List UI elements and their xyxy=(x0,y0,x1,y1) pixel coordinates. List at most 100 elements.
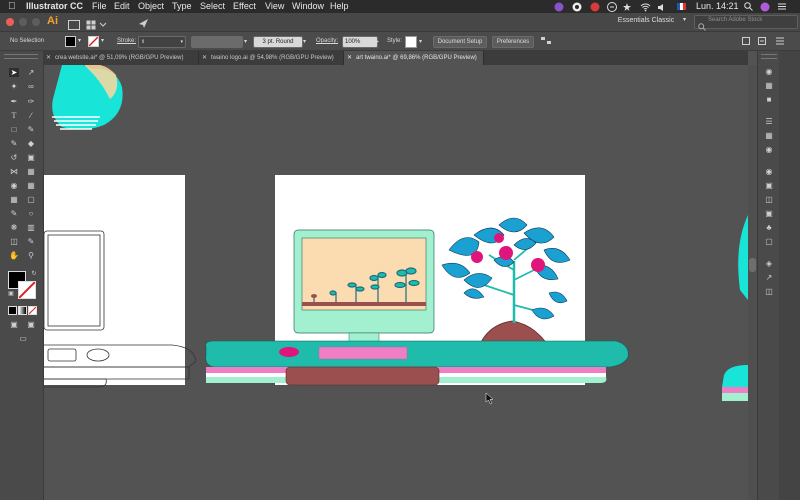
variable-width-profile[interactable] xyxy=(191,36,243,48)
minimize-window-button[interactable] xyxy=(19,18,27,26)
stroke-dropdown-chevron-icon[interactable]: ▾ xyxy=(101,37,104,44)
panel-menu-icon[interactable] xyxy=(776,37,784,47)
menu-type[interactable]: Type xyxy=(172,0,192,13)
tab-twaino-logo[interactable]: ✕ twaino logo.ai @ 54,98% (RGB/GPU Previ… xyxy=(199,51,344,65)
type-tool-icon[interactable]: T xyxy=(9,111,19,120)
curvature-tool-icon[interactable]: ✑ xyxy=(26,97,36,106)
scrollbar-thumb[interactable] xyxy=(749,258,756,272)
tab-crea-website[interactable]: ✕ crea website.ai* @ 51,09% (RGB/GPU Pre… xyxy=(43,51,199,65)
blend-tool-icon[interactable]: ○ xyxy=(26,209,36,218)
workspace-switcher[interactable]: Essentials Classic ▾ xyxy=(604,14,688,27)
rectangle-tool-icon[interactable]: □ xyxy=(9,125,19,134)
menu-edit[interactable]: Edit xyxy=(114,0,130,13)
draw-mode-icon[interactable]: ▣ xyxy=(9,320,19,329)
brush-definition-dropdown[interactable]: 3 pt. Round xyxy=(253,36,303,48)
width-tool-icon[interactable]: ⋈ xyxy=(9,167,19,176)
export-panel-icon[interactable]: ↗ xyxy=(764,273,774,282)
fill-swatch[interactable] xyxy=(65,36,76,47)
opacity-arrow-icon[interactable]: ▸ xyxy=(376,38,379,45)
layers-panel-icon[interactable]: ◈ xyxy=(764,259,774,268)
artboard-left[interactable] xyxy=(44,175,185,385)
swatches-panel-icon[interactable]: ▦ xyxy=(764,131,774,140)
flag-icon[interactable] xyxy=(677,0,686,14)
menubar-clock[interactable]: Lun. 14:21 xyxy=(696,0,739,13)
mesh-tool-icon[interactable]: ▦ xyxy=(9,195,19,204)
appearance-panel-icon[interactable]: ◫ xyxy=(764,195,774,204)
color-panel-icon[interactable]: ◉ xyxy=(764,67,774,76)
fill-dropdown-chevron-icon[interactable]: ▾ xyxy=(78,37,81,44)
brushes-panel-icon[interactable]: ◉ xyxy=(764,145,774,154)
eraser-tool-icon[interactable]: ◆ xyxy=(26,139,36,148)
brush-chevron-icon[interactable]: ▾ xyxy=(303,38,306,45)
graphic-styles-icon[interactable]: ▣ xyxy=(764,209,774,218)
properties-panel-icon[interactable]: ▦ xyxy=(764,81,774,90)
menu-help[interactable]: Help xyxy=(330,0,349,13)
cc-libraries-icon[interactable]: ■ xyxy=(764,95,774,104)
tab-close-icon[interactable]: ✕ xyxy=(202,51,207,65)
profile-chevron-icon[interactable]: ▾ xyxy=(244,38,247,45)
tab-close-icon[interactable]: ✕ xyxy=(46,51,51,65)
magic-wand-tool-icon[interactable]: ✦ xyxy=(9,82,19,91)
rotate-tool-icon[interactable]: ↺ xyxy=(9,153,19,162)
draw-inside-icon[interactable]: ▣ xyxy=(26,320,36,329)
right-artboard-fragment[interactable] xyxy=(722,215,748,401)
stroke-color-box[interactable] xyxy=(18,281,36,299)
style-chevron-icon[interactable]: ▾ xyxy=(419,38,422,45)
column-graph-tool-icon[interactable]: ▥ xyxy=(26,223,36,232)
arrange-icon[interactable] xyxy=(540,36,552,47)
desk-illustration[interactable] xyxy=(205,340,629,386)
apple-icon[interactable]:  xyxy=(8,0,16,13)
menu-file[interactable]: File xyxy=(92,0,107,13)
slice-tool-icon[interactable]: ✎ xyxy=(26,237,36,246)
artboards-panel-icon[interactable]: ◫ xyxy=(764,287,774,296)
vertical-scrollbar[interactable] xyxy=(748,65,757,500)
line-tool-icon[interactable]: ∕ xyxy=(26,111,36,120)
direct-selection-tool-icon[interactable]: ↗ xyxy=(26,68,36,77)
opacity-field[interactable]: 100% xyxy=(342,36,378,48)
stroke-weight-stepper[interactable]: ⇕ ▾ xyxy=(138,36,186,48)
hand-tool-icon[interactable]: ✋ xyxy=(9,251,19,260)
monitor-illustration[interactable] xyxy=(293,229,435,348)
app-name-menu[interactable]: Illustrator CC xyxy=(26,0,83,13)
document-setup-button[interactable]: Document Setup xyxy=(433,36,487,48)
zoom-tool-icon[interactable]: ⚲ xyxy=(26,251,36,260)
adobe-stock-search-field[interactable]: Search Adobe Stock xyxy=(694,15,798,31)
dock-grip[interactable] xyxy=(761,54,777,59)
perspective-grid-tool-icon[interactable]: ▦ xyxy=(26,181,36,190)
color-mode-button[interactable] xyxy=(8,306,17,315)
collapse-panel-icon[interactable] xyxy=(742,37,750,47)
menu-window[interactable]: Window xyxy=(292,0,324,13)
shape-builder-tool-icon[interactable]: ◉ xyxy=(9,181,19,190)
paintbrush-tool-icon[interactable]: ✎ xyxy=(26,125,36,134)
tab-close-icon[interactable]: ✕ xyxy=(347,51,352,65)
panel-expand-icon[interactable] xyxy=(758,37,766,47)
graphic-style-swatch[interactable] xyxy=(405,36,417,48)
symbols-panel-icon[interactable]: ♣ xyxy=(764,223,774,232)
symbol-sprayer-tool-icon[interactable]: ❋ xyxy=(9,223,19,232)
menu-select[interactable]: Select xyxy=(200,0,225,13)
gradient-mode-button[interactable] xyxy=(18,306,27,315)
eyedropper-tool-icon[interactable]: ✎ xyxy=(9,209,19,218)
stroke-swatch[interactable] xyxy=(88,36,99,47)
maximize-window-button[interactable] xyxy=(32,18,40,26)
toolbar-grip[interactable] xyxy=(4,54,38,59)
menu-view[interactable]: View xyxy=(265,0,284,13)
asset-export-icon[interactable]: ▢ xyxy=(764,237,774,246)
shaper-tool-icon[interactable]: ✎ xyxy=(9,139,19,148)
menu-effect[interactable]: Effect xyxy=(233,0,256,13)
transparency-panel-icon[interactable]: ▣ xyxy=(764,181,774,190)
preferences-button[interactable]: Preferences xyxy=(492,36,534,48)
stroke-panel-icon[interactable]: ◉ xyxy=(764,167,774,176)
menu-object[interactable]: Object xyxy=(138,0,164,13)
lasso-tool-icon[interactable]: ∞ xyxy=(26,82,36,91)
none-mode-button[interactable] xyxy=(28,306,37,315)
tab-art-twaino[interactable]: ✕ art twaino.ai* @ 69,86% (RGB/GPU Previ… xyxy=(344,51,484,65)
pen-tool-icon[interactable]: ✒ xyxy=(9,97,19,106)
default-fill-stroke-icon[interactable]: ▣ xyxy=(6,290,16,299)
free-transform-tool-icon[interactable]: ▦ xyxy=(26,167,36,176)
screen-mode-icon[interactable]: ▭ xyxy=(18,334,28,343)
scale-tool-icon[interactable]: ▣ xyxy=(26,153,36,162)
gradient-tool-icon[interactable]: ▢ xyxy=(26,195,36,204)
swap-fill-stroke-icon[interactable]: ↻ xyxy=(29,270,39,279)
artboard-tool-icon[interactable]: ◫ xyxy=(9,237,19,246)
